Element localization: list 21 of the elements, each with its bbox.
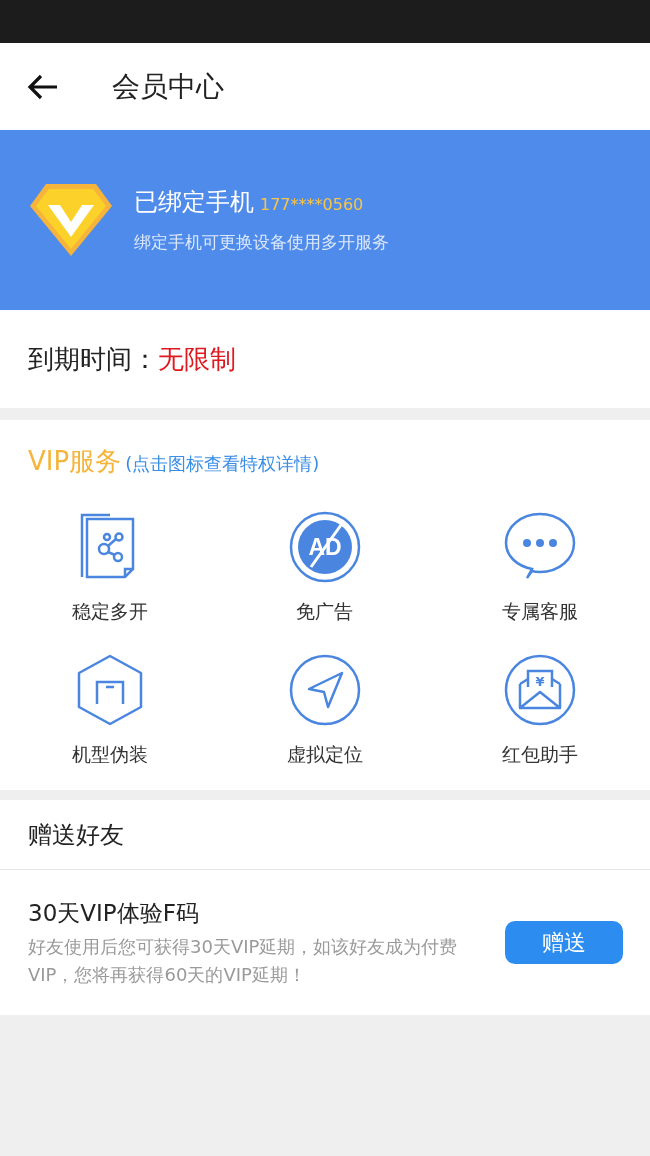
- expiry-value: 无限制: [158, 342, 236, 376]
- service-label: 红包助手: [502, 741, 579, 767]
- banner-subtitle: 绑定手机可更换设备使用多开服务: [134, 231, 389, 255]
- back-icon[interactable]: [27, 72, 59, 101]
- section-title: VIP服务: [28, 445, 122, 478]
- service-label: 机型伪装: [71, 741, 148, 767]
- gift-description: 好友使用后您可获得30天VIP延期，如该好友成为付费VIP，您将再获得60天的VIP延期！: [28, 934, 459, 987]
- service-label: 专属客服: [502, 599, 579, 624]
- expiry-label: 到期时间：: [28, 342, 158, 376]
- envelope-icon[interactable]: ¥: [504, 653, 577, 726]
- gift-title: 30天VIP体验F码: [28, 899, 200, 929]
- section-hint: (点击图标查看特权详情): [125, 452, 320, 476]
- service-label: 稳定多开: [71, 599, 148, 624]
- page-title: 会员中心: [112, 68, 224, 105]
- diamond-icon: [28, 182, 114, 258]
- gift-button[interactable]: 赠送: [505, 921, 623, 964]
- phone-number: 177****0560: [260, 194, 364, 217]
- service-label: 虚拟定位: [287, 741, 363, 767]
- service-label: 免广告: [296, 599, 354, 624]
- banner-title: 已绑定手机: [134, 187, 254, 219]
- section-title: 赠送好友: [28, 819, 124, 851]
